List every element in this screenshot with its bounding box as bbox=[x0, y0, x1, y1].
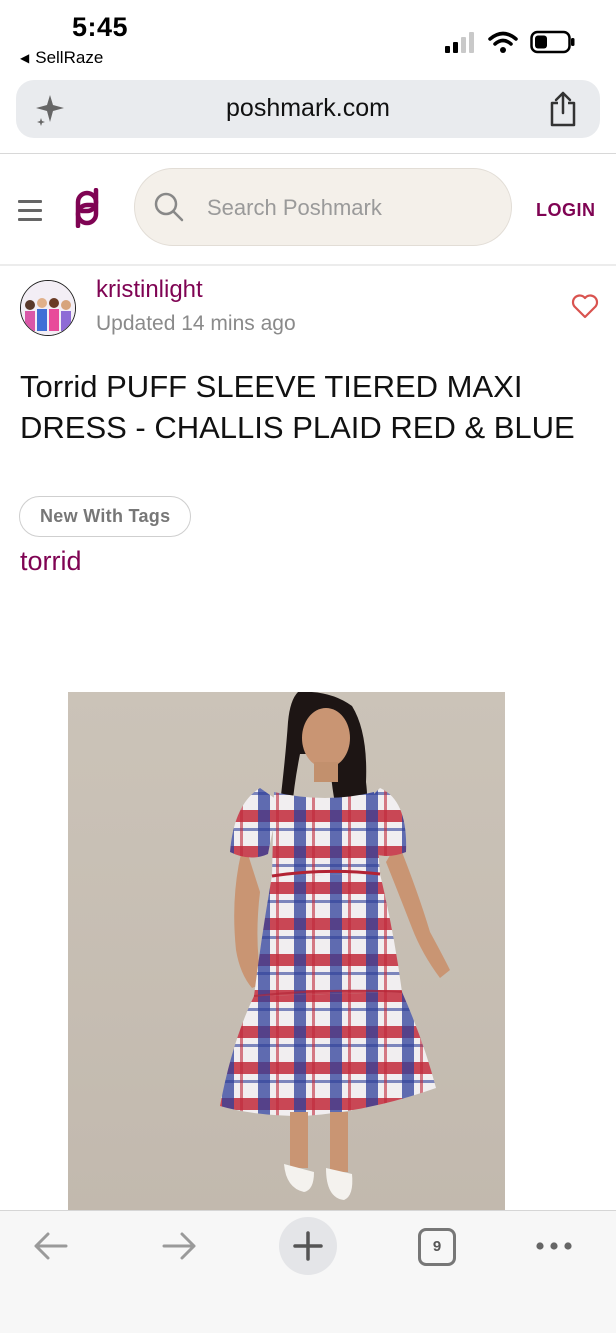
back-app-label: SellRaze bbox=[35, 48, 104, 67]
url-text[interactable]: poshmark.com bbox=[16, 94, 600, 123]
status-icons bbox=[444, 30, 576, 54]
poshmark-logo-icon[interactable] bbox=[68, 188, 106, 228]
clock: 5:45 bbox=[72, 12, 129, 42]
wifi-icon bbox=[488, 31, 518, 53]
seller-name-link[interactable]: kristinlight bbox=[96, 276, 203, 304]
back-arrow-icon[interactable] bbox=[30, 1225, 72, 1267]
product-photo-illustration bbox=[68, 692, 505, 1212]
avatar-image bbox=[21, 281, 75, 335]
search-placeholder: Search Poshmark bbox=[207, 195, 382, 220]
status-bar: 5:45 ◀ SellRaze bbox=[0, 0, 616, 80]
back-triangle-icon: ◀ bbox=[20, 51, 30, 65]
condition-tag: New With Tags bbox=[19, 496, 192, 537]
product-image-container[interactable] bbox=[18, 692, 598, 1212]
forward-arrow-icon[interactable] bbox=[158, 1225, 200, 1267]
new-tab-plus-icon bbox=[293, 1231, 323, 1261]
login-button[interactable]: LOGIN bbox=[536, 200, 596, 221]
menu-icon[interactable] bbox=[18, 200, 42, 227]
product-photo bbox=[68, 692, 505, 1212]
listing-title: Torrid PUFF SLEEVE TIERED MAXI DRESS - C… bbox=[20, 369, 575, 445]
more-icon[interactable] bbox=[534, 1233, 574, 1259]
brand-link[interactable]: torrid bbox=[20, 546, 82, 577]
seller-avatar[interactable] bbox=[20, 280, 76, 336]
tabs-icon[interactable]: 9 bbox=[418, 1228, 456, 1266]
browser-toolbar: 9 bbox=[0, 1210, 616, 1333]
site-header: Search Poshmark LOGIN bbox=[0, 154, 616, 264]
signal-icon bbox=[445, 32, 474, 53]
address-bar[interactable]: poshmark.com bbox=[16, 80, 600, 138]
heart-icon[interactable] bbox=[571, 293, 599, 319]
search-input[interactable]: Search Poshmark bbox=[134, 168, 512, 246]
share-icon[interactable] bbox=[548, 91, 578, 127]
battery-icon bbox=[530, 30, 575, 54]
back-to-app-link[interactable]: ◀ SellRaze bbox=[20, 48, 103, 68]
search-icon bbox=[154, 192, 184, 222]
new-tab-button[interactable] bbox=[279, 1217, 337, 1275]
updated-time: Updated 14 mins ago bbox=[96, 312, 296, 335]
divider bbox=[0, 264, 616, 266]
